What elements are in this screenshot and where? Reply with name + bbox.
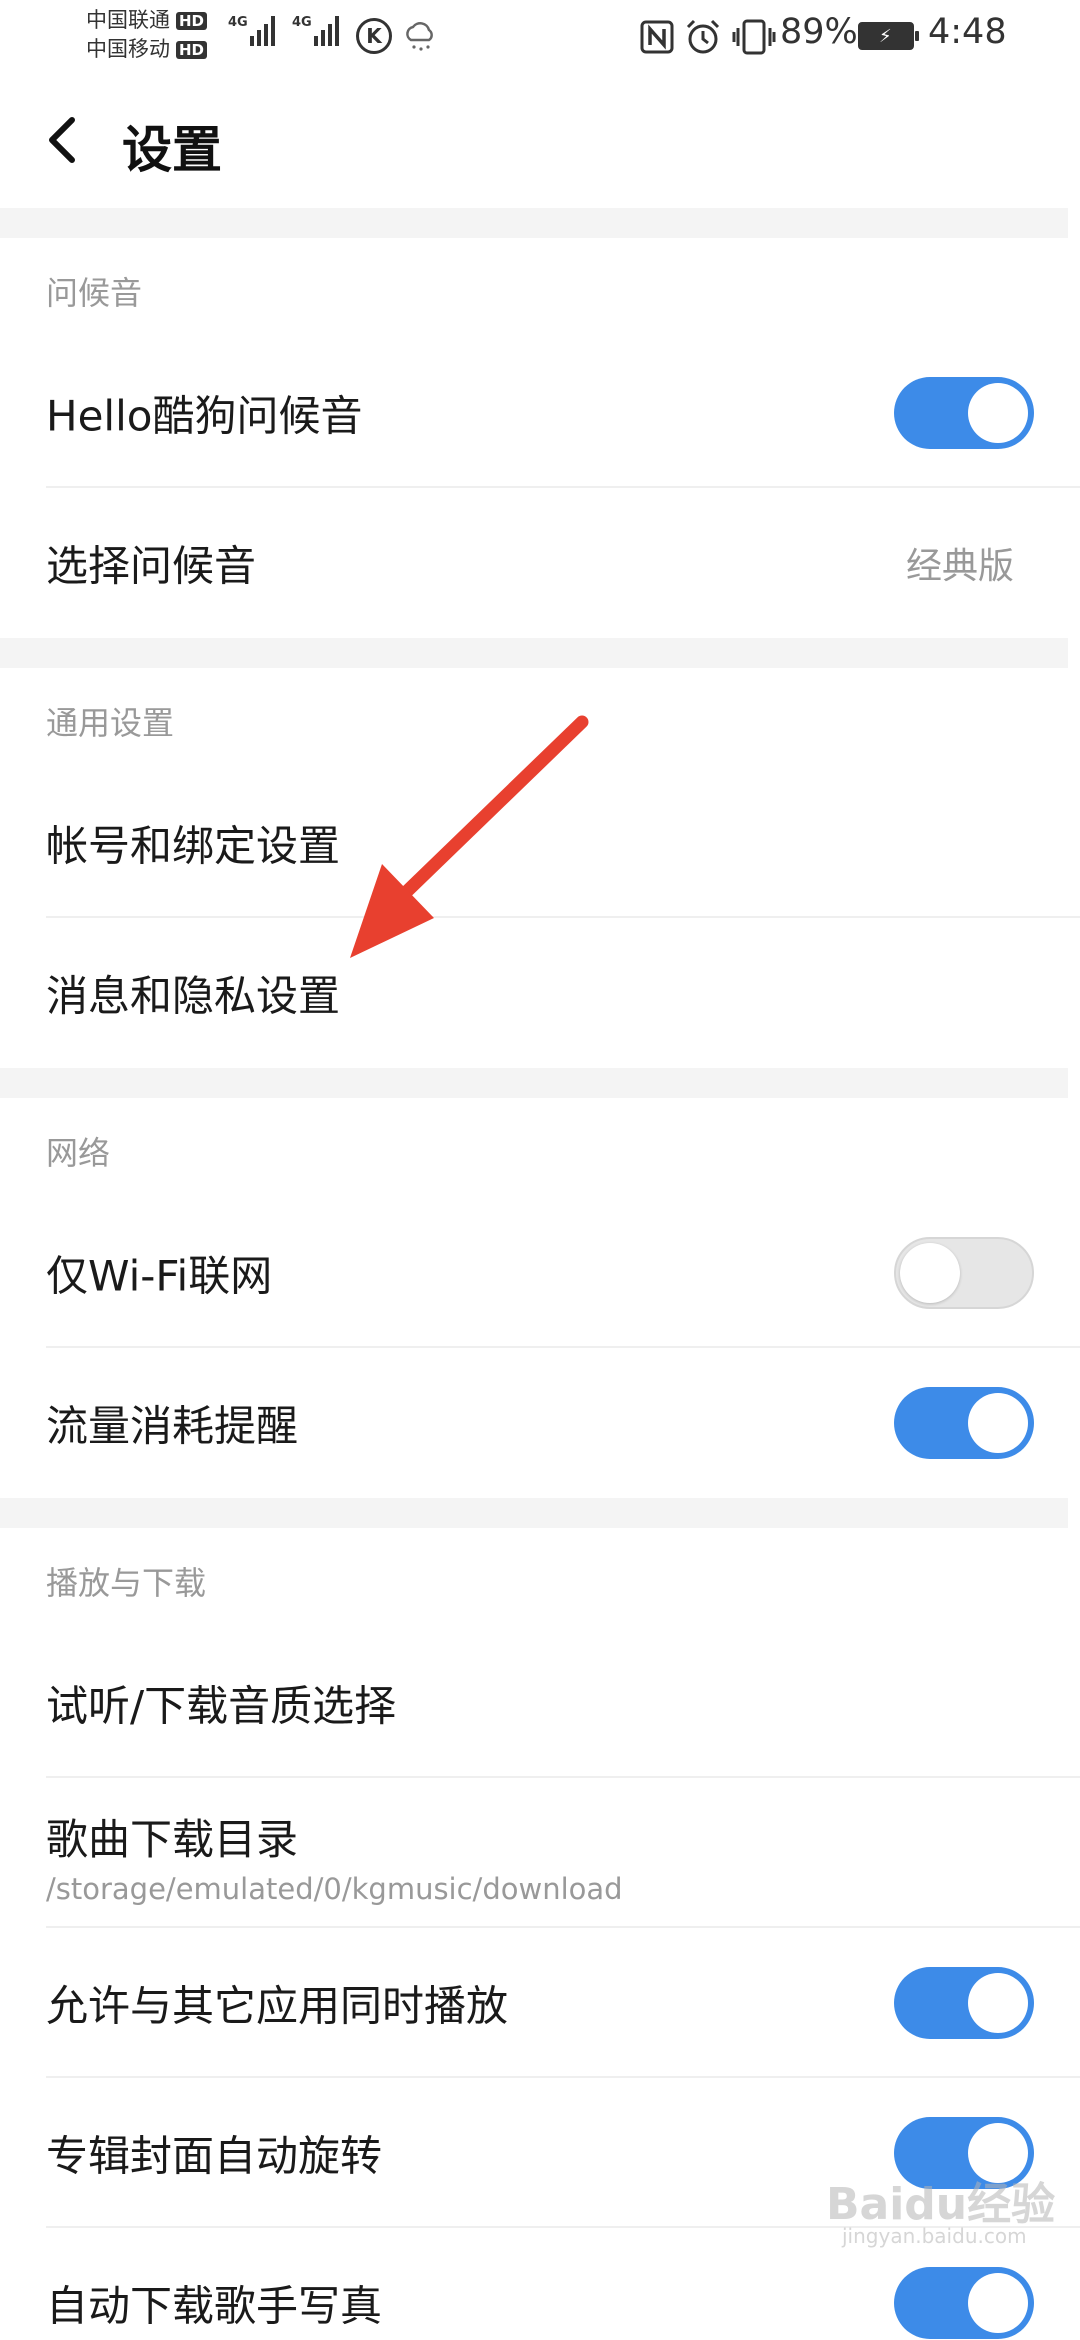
row-label: 选择问候音	[46, 541, 257, 591]
nfc-icon	[640, 20, 674, 54]
row-mix-playback[interactable]: 允许与其它应用同时播放	[0, 1928, 1080, 2078]
row-message-privacy[interactable]: 消息和隐私设置	[0, 918, 1080, 1068]
status-bar: 中国联通 HD 中国移动 HD 4G 4G K 89% ⚡ 4:48	[0, 0, 1080, 72]
row-download-directory[interactable]: 歌曲下载目录 /storage/emulated/0/kgmusic/downl…	[0, 1778, 1080, 1928]
clock: 4:48	[928, 12, 1007, 52]
row-label: Hello酷狗问候音	[46, 391, 363, 441]
hello-greeting-toggle[interactable]	[894, 377, 1034, 449]
toggle-knob	[968, 1393, 1028, 1453]
hd-badge: HD	[176, 40, 208, 59]
carrier-1: 中国联通 HD	[86, 6, 208, 35]
toggle-knob	[900, 1243, 960, 1303]
net-type-label: 4G	[292, 15, 312, 30]
row-traffic-reminder[interactable]: 流量消耗提醒	[0, 1348, 1080, 1498]
greeting-version-value: 经典版	[905, 546, 1014, 587]
signal-icon: 4G	[292, 16, 342, 46]
page-title: 设置	[122, 121, 222, 179]
row-label: 允许与其它应用同时播放	[46, 1981, 509, 2031]
carrier-2-name: 中国移动	[86, 37, 170, 61]
section-header-general: 通用设置	[46, 704, 175, 742]
row-label: 专辑封面自动旋转	[46, 2131, 383, 2181]
traffic-reminder-toggle[interactable]	[894, 1387, 1034, 1459]
row-label: 自动下载歌手写真	[46, 2281, 383, 2331]
app-header: 设置	[0, 72, 1080, 208]
row-label: 消息和隐私设置	[46, 971, 341, 1021]
download-path-text: /storage/emulated/0/kgmusic/download	[46, 1872, 623, 1906]
battery-percent: 89%	[780, 12, 858, 52]
row-wifi-only[interactable]: 仅Wi-Fi联网	[0, 1198, 1080, 1348]
row-hello-greeting[interactable]: Hello酷狗问候音	[0, 338, 1080, 488]
row-account-binding[interactable]: 帐号和绑定设置	[0, 768, 1080, 918]
toggle-knob	[968, 383, 1028, 443]
section-gap	[0, 638, 1068, 668]
row-label: 流量消耗提醒	[46, 1401, 299, 1451]
row-label: 试听/下载音质选择	[46, 1681, 397, 1731]
row-label: 歌曲下载目录	[46, 1815, 299, 1864]
section-header-network: 网络	[46, 1134, 111, 1172]
signal-icon: 4G	[228, 16, 278, 46]
carrier-info: 中国联通 HD 中国移动 HD	[86, 6, 208, 64]
section-gap	[0, 208, 1068, 238]
toggle-knob	[968, 2273, 1028, 2333]
mix-playback-toggle[interactable]	[894, 1967, 1034, 2039]
section-header-playback: 播放与下载	[46, 1564, 207, 1602]
k-app-icon: K	[356, 18, 392, 54]
toggle-knob	[968, 1973, 1028, 2033]
cloud-rain-icon	[406, 22, 433, 51]
auto-photo-toggle[interactable]	[894, 2267, 1034, 2339]
row-label: 仅Wi-Fi联网	[46, 1251, 273, 1301]
baidu-watermark-url: jingyan.baidu.com	[842, 2224, 1027, 2248]
carrier-2: 中国移动 HD	[86, 35, 208, 64]
chevron-left-icon[interactable]	[36, 108, 96, 172]
section-gap	[0, 1498, 1068, 1528]
alarm-icon	[686, 19, 720, 54]
carrier-1-name: 中国联通	[86, 8, 170, 32]
section-header-greeting: 问候音	[46, 274, 143, 312]
wifi-only-toggle[interactable]	[894, 1237, 1034, 1309]
vibrate-icon	[732, 19, 776, 55]
section-gap	[0, 1068, 1068, 1098]
baidu-watermark: Baidu经验	[826, 2179, 1056, 2230]
row-audio-quality[interactable]: 试听/下载音质选择	[0, 1628, 1080, 1778]
net-type-label: 4G	[228, 15, 248, 30]
battery-charging-icon: ⚡	[858, 22, 919, 50]
hd-badge: HD	[176, 11, 208, 30]
row-choose-greeting[interactable]: 选择问候音 经典版	[0, 488, 1080, 638]
row-label: 帐号和绑定设置	[46, 821, 341, 871]
